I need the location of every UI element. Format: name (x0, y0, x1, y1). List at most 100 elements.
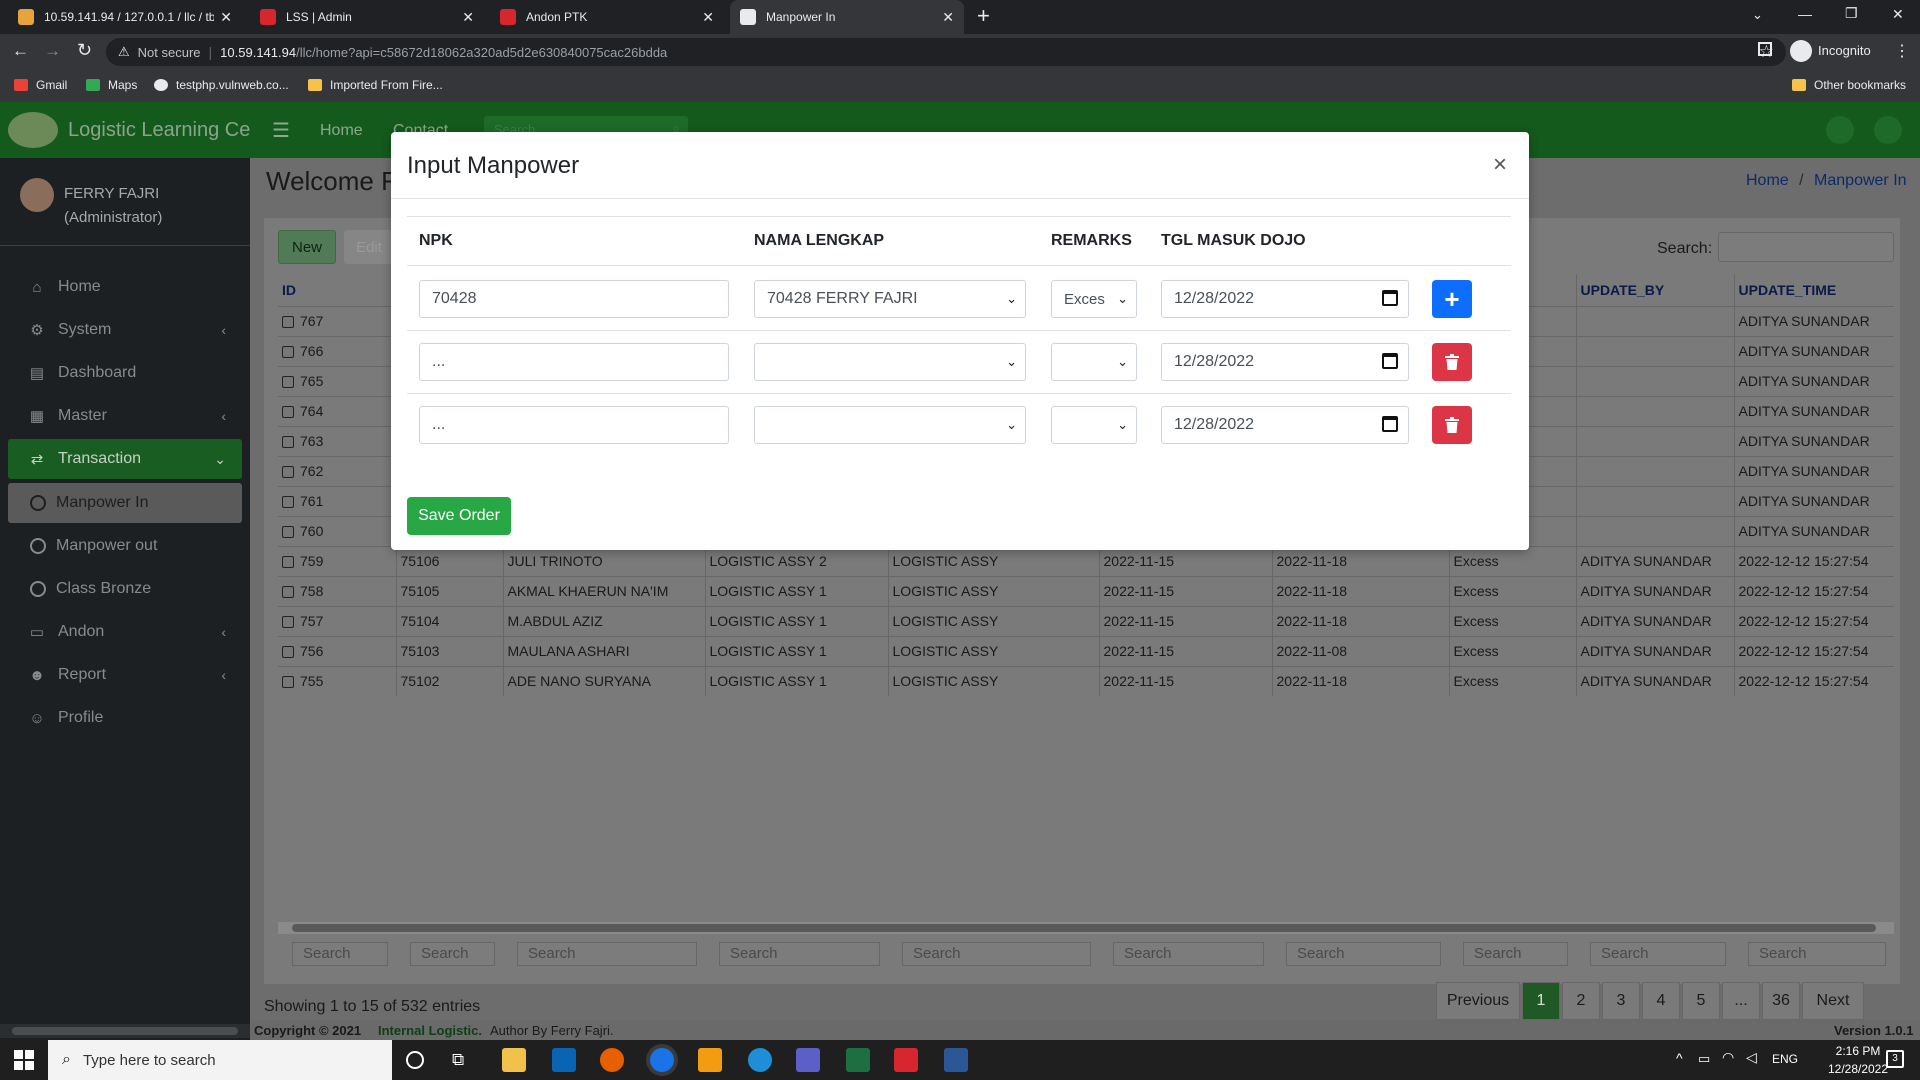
column-search-input[interactable]: Search (1286, 942, 1441, 966)
sidebar-item-transaction[interactable]: ⇄ Transaction ⌄ (8, 439, 242, 479)
remarks-select[interactable]: ⌄ (1051, 343, 1137, 381)
windows-start-icon[interactable] (14, 1050, 34, 1070)
restore-icon[interactable]: ❐ (1845, 5, 1858, 22)
excel-icon[interactable] (846, 1048, 870, 1072)
column-search-input[interactable]: Search (1748, 942, 1886, 966)
pagination-page[interactable]: 4 (1642, 982, 1680, 1020)
chrome-icon[interactable] (650, 1048, 674, 1072)
pagination-page[interactable]: 3 (1602, 982, 1640, 1020)
minimize-icon[interactable]: — (1798, 6, 1812, 22)
calendar-icon[interactable] (1382, 353, 1398, 369)
row-checkbox[interactable] (282, 496, 294, 509)
outlook-icon[interactable] (552, 1048, 576, 1072)
row-checkbox[interactable] (282, 346, 294, 359)
sidebar-item-andon[interactable]: ▭ Andon ‹ (8, 612, 242, 652)
new-button[interactable]: New (278, 230, 336, 264)
tab-close-icon[interactable]: ✕ (462, 9, 474, 26)
column-search-input[interactable]: Search (1590, 942, 1726, 966)
wifi-icon[interactable]: ◠ (1722, 1049, 1734, 1066)
table-row[interactable]: 756 75103 MAULANA ASHARI LOGISTIC ASSY 1 LOG… (278, 636, 1894, 667)
taskbar-search-input[interactable]: ⌕ Type here to search (48, 1040, 392, 1080)
npk-input[interactable]: ... (419, 406, 729, 444)
column-search-input[interactable]: Search (902, 942, 1091, 966)
column-search-input[interactable]: Search (292, 942, 388, 966)
table-horizontal-scrollbar[interactable] (278, 922, 1894, 934)
new-tab-icon[interactable]: + (977, 3, 990, 29)
pagination-page[interactable]: 2 (1562, 982, 1600, 1020)
npk-input[interactable]: 70428 (419, 280, 729, 318)
nama-lengkap-select[interactable]: 70428 FERRY FAJRI ⌄ (754, 280, 1026, 318)
column-search-input[interactable]: Search (719, 942, 880, 966)
footer-org[interactable]: Internal Logistic. (378, 1023, 482, 1038)
table-search-input[interactable] (1718, 232, 1894, 262)
remarks-select[interactable]: ⌄ (1051, 406, 1137, 444)
save-order-button[interactable]: Save Order (407, 497, 511, 535)
tgl-masuk-date-input[interactable]: 12/28/2022 (1161, 343, 1409, 381)
row-checkbox[interactable] (282, 646, 294, 659)
address-bar[interactable]: ⚠ Not secure | 10.59.141.94 /llc/home?ap… (106, 38, 1786, 66)
pagination-page[interactable]: 36 (1762, 982, 1800, 1020)
tgl-masuk-date-input[interactable]: 12/28/2022 (1161, 406, 1409, 444)
sidebar-item-manpower-in[interactable]: Manpower In (8, 483, 242, 523)
nav-home-link[interactable]: Home (320, 122, 363, 140)
sidebar-item-report[interactable]: ☻ Report ‹ (8, 655, 242, 695)
edit-button[interactable]: Edit (344, 230, 394, 264)
npk-input[interactable]: ... (419, 343, 729, 381)
bookmark-gmail[interactable]: Gmail (14, 78, 67, 92)
notifications-icon[interactable]: 3 (1886, 1050, 1904, 1068)
nama-lengkap-select[interactable]: ⌄ (754, 406, 1026, 444)
sidebar-scrollbar[interactable] (0, 1024, 250, 1038)
column-search-input[interactable]: Search (1113, 942, 1264, 966)
add-row-button[interactable]: + (1432, 280, 1472, 318)
column-search-input[interactable]: Search (1463, 942, 1568, 966)
window-close-icon[interactable]: ✕ (1892, 6, 1904, 23)
nama-lengkap-select[interactable]: ⌄ (754, 343, 1026, 381)
row-checkbox[interactable] (282, 526, 294, 539)
reload-icon[interactable]: ↻ (77, 40, 92, 61)
sidebar-item-master[interactable]: ▦ Master ‹ (8, 396, 242, 436)
browser-tab-manpower-in[interactable]: Manpower In ✕ (730, 0, 964, 34)
pagination-page[interactable]: ... (1722, 982, 1760, 1020)
hamburger-icon[interactable]: ☰ (272, 118, 290, 143)
sidebar-item-system[interactable]: ⚙ System ‹ (8, 310, 242, 350)
edge-icon[interactable] (748, 1048, 772, 1072)
teams-icon[interactable] (796, 1048, 820, 1072)
row-checkbox[interactable] (282, 406, 294, 419)
pagination-next[interactable]: Next (1802, 982, 1864, 1020)
pagination-previous[interactable]: Previous (1436, 982, 1520, 1020)
task-view-icon[interactable]: ⧉ (452, 1050, 464, 1070)
column-search-input[interactable]: Search (410, 942, 495, 966)
row-checkbox[interactable] (282, 676, 294, 689)
tab-search-icon[interactable]: ⌄ (1752, 7, 1763, 23)
tab-close-icon[interactable]: ✕ (942, 9, 954, 26)
bookmark-maps[interactable]: Maps (86, 78, 137, 92)
browser-tab-phpmyadmin[interactable]: 10.59.141.94 / 127.0.0.1 / llc / tbl ✕ (8, 0, 242, 34)
delete-row-button[interactable] (1432, 343, 1472, 381)
tray-chevron-up-icon[interactable]: ^ (1676, 1050, 1683, 1066)
side-panel-icon[interactable] (1758, 42, 1772, 56)
row-checkbox[interactable] (282, 316, 294, 329)
firefox-icon[interactable] (600, 1048, 624, 1072)
logout-icon[interactable] (1826, 116, 1854, 144)
menu-dots-icon[interactable]: ⋮ (1894, 41, 1910, 61)
back-icon[interactable]: ← (12, 41, 29, 61)
calendar-icon[interactable] (1382, 290, 1398, 306)
row-checkbox[interactable] (282, 436, 294, 449)
row-checkbox[interactable] (282, 556, 294, 569)
table-row[interactable]: 758 75105 AKMAL KHAERUN NA'IM LOGISTIC ASSY… (278, 576, 1894, 607)
modal-close-icon[interactable]: × (1493, 151, 1507, 179)
grid-icon[interactable] (1874, 116, 1902, 144)
cortana-icon[interactable] (406, 1051, 424, 1069)
language-indicator[interactable]: ENG (1772, 1052, 1798, 1066)
delete-row-button[interactable] (1432, 406, 1472, 444)
app-shortcut-icon[interactable] (894, 1048, 918, 1072)
table-row[interactable]: 755 75102 ADE NANO SURYANA LOGISTIC ASSY 1L… (278, 666, 1894, 696)
sidebar-item-home[interactable]: ⌂ Home (8, 267, 242, 307)
bookmark-other[interactable]: Other bookmarks (1792, 78, 1906, 92)
row-checkbox[interactable] (282, 616, 294, 629)
tgl-masuk-date-input[interactable]: 12/28/2022 (1161, 280, 1409, 318)
row-checkbox[interactable] (282, 466, 294, 479)
calendar-icon[interactable] (1382, 416, 1398, 432)
breadcrumb-home[interactable]: Home (1746, 172, 1789, 189)
battery-icon[interactable]: ▭ (1698, 1051, 1710, 1067)
